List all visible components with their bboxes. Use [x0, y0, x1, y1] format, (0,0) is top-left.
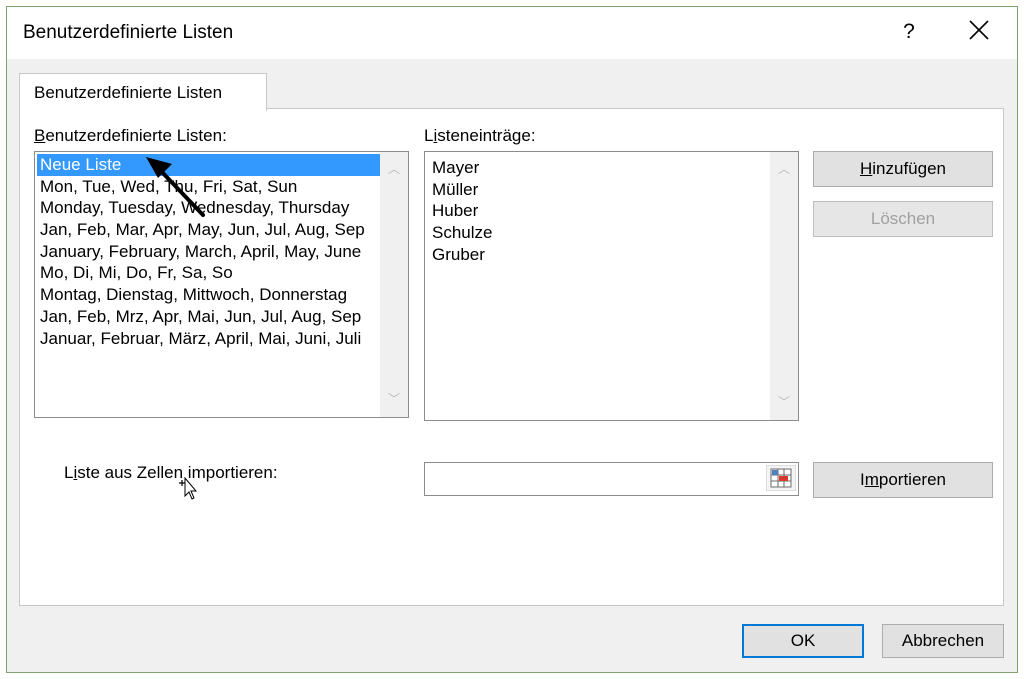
scroll-down-icon[interactable]: ﹀	[380, 390, 408, 407]
dialog-title: Benutzerdefinierte Listen	[23, 22, 234, 43]
list-item[interactable]: Mon, Tue, Wed, Thu, Fri, Sat, Sun	[37, 176, 388, 198]
custom-lists-label-text: enutzerdefinierte Listen:	[45, 126, 227, 145]
add-button-accesskey: H	[859, 159, 873, 178]
list-entries-lines: Mayer Müller Huber Schulze Gruber	[429, 157, 778, 265]
add-button-label: inzufügen	[872, 159, 946, 178]
close-button[interactable]	[959, 15, 999, 49]
add-button[interactable]: Hinzufügen	[813, 151, 993, 187]
custom-lists-dialog: Benutzerdefinierte Listen ? Benutzerdefi…	[6, 6, 1018, 673]
import-button[interactable]: Importieren	[813, 462, 993, 498]
cancel-button[interactable]: Abbrechen	[882, 624, 1004, 658]
custom-lists-label: Benutzerdefinierte Listen:	[34, 126, 227, 146]
list-item[interactable]: Monday, Tuesday, Wednesday, Thursday	[37, 197, 388, 219]
custom-lists-scrollbar[interactable]: ︿ ﹀	[380, 152, 408, 417]
close-icon	[969, 20, 989, 40]
list-entries-textarea[interactable]: Mayer Müller Huber Schulze Gruber ︿ ﹀	[424, 151, 799, 421]
scroll-up-icon[interactable]: ︿	[770, 160, 798, 177]
move-cursor-icon	[179, 477, 198, 500]
list-item[interactable]: Jan, Feb, Mar, Apr, May, Jun, Jul, Aug, …	[37, 219, 388, 241]
title-bar: Benutzerdefinierte Listen ?	[7, 7, 1017, 59]
help-button[interactable]: ?	[891, 17, 927, 47]
range-select-icon[interactable]	[765, 464, 797, 492]
import-label: Liste aus Zellen importieren:	[64, 463, 278, 483]
list-item[interactable]: Neue Liste	[37, 154, 388, 176]
entry-line: Mayer	[432, 158, 480, 177]
entry-line: Gruber	[432, 244, 485, 264]
list-item[interactable]: Mo, Di, Mi, Do, Fr, Sa, So	[37, 262, 388, 284]
import-button-accesskey: m	[864, 470, 879, 489]
list-item[interactable]: Montag, Dienstag, Mittwoch, Donnerstag	[37, 284, 388, 306]
list-item[interactable]: January, February, March, April, May, Ju…	[37, 241, 388, 263]
custom-lists-label-accesskey: B	[34, 126, 46, 145]
list-item[interactable]: Jan, Feb, Mrz, Apr, Mai, Jun, Jul, Aug, …	[37, 306, 388, 328]
import-range-input[interactable]	[424, 462, 799, 496]
tab-custom-lists[interactable]: Benutzerdefinierte Listen	[19, 73, 267, 111]
list-entries-scrollbar[interactable]: ︿ ﹀	[770, 152, 798, 420]
ok-button[interactable]: OK	[742, 624, 864, 658]
list-entries-label-text: steneinträge:	[437, 126, 536, 145]
scroll-down-icon[interactable]: ﹀	[770, 393, 798, 410]
custom-lists-listbox[interactable]: Neue Liste Mon, Tue, Wed, Thu, Fri, Sat, …	[34, 151, 409, 418]
list-entries-label: Listeneinträge:	[424, 126, 536, 146]
custom-lists-items: Neue Liste Mon, Tue, Wed, Thu, Fri, Sat, …	[37, 154, 388, 349]
list-item[interactable]: Januar, Februar, März, April, Mai, Juni,…	[37, 328, 388, 350]
scroll-up-icon[interactable]: ︿	[380, 160, 408, 177]
delete-button[interactable]: Löschen	[813, 201, 993, 237]
entry-line: Huber	[432, 201, 479, 221]
tab-panel: Benutzerdefinierte Listen: Neue Liste Mon…	[19, 108, 1004, 606]
entry-line: Müller	[432, 179, 479, 199]
entry-line: Schulze	[432, 223, 493, 243]
import-button-label: portieren	[878, 470, 946, 489]
